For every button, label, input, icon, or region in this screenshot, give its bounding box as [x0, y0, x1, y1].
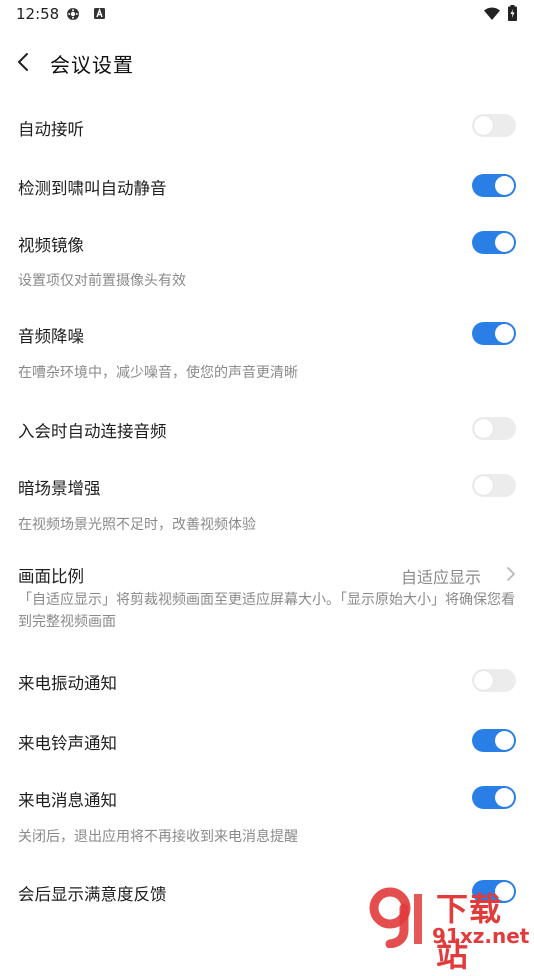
header: 会议设置 — [0, 40, 534, 84]
setting-auto-answer: 自动接听 — [0, 110, 534, 144]
watermark-text-bottom: 91xz.net — [432, 924, 530, 948]
call-ringtone-toggle[interactable] — [472, 729, 516, 752]
setting-aspect-ratio[interactable]: 画面比例 自适应显示 「自适应显示」将剪裁视频画面至更适应屏幕大小。「显示原始大… — [0, 557, 534, 637]
toggle-knob — [474, 671, 493, 690]
setting-description: 设置项仅对前置摄像头有效 — [18, 273, 186, 289]
page-title: 会议设置 — [50, 53, 134, 77]
setting-howl-mute: 检测到啸叫自动静音 — [0, 169, 534, 203]
setting-label: 来电铃声通知 — [18, 734, 117, 753]
video-mirror-toggle[interactable] — [472, 231, 516, 254]
toggle-knob — [495, 731, 514, 750]
setting-label: 来电消息通知 — [18, 791, 117, 810]
auto-connect-audio-toggle[interactable] — [472, 417, 516, 440]
setting-label: 来电振动通知 — [18, 674, 117, 693]
toggle-knob — [495, 233, 514, 252]
call-vibrate-toggle[interactable] — [472, 669, 516, 692]
toggle-knob — [474, 116, 493, 135]
toggle-knob — [474, 476, 493, 495]
toggle-knob — [474, 419, 493, 438]
setting-description: 在视频场景光照不足时，改善视频体验 — [18, 517, 256, 533]
status-time: 12:58 — [16, 5, 60, 23]
setting-audio-denoise: 音频降噪 在嘈杂环境中，减少噪音，使您的声音更清晰 — [0, 317, 534, 383]
dark-scene-toggle[interactable] — [472, 474, 516, 497]
setting-call-message: 来电消息通知 关闭后，退出应用将不再接收到来电消息提醒 — [0, 781, 534, 847]
settings-sync-icon — [67, 8, 79, 20]
watermark-logo-icon — [369, 887, 422, 948]
aspect-ratio-value[interactable]: 自适应显示 — [401, 564, 481, 588]
setting-label: 暗场景增强 — [18, 479, 101, 498]
setting-label: 视频镜像 — [18, 236, 84, 255]
setting-label: 自动接听 — [18, 120, 84, 139]
toggle-knob — [495, 788, 514, 807]
setting-call-vibrate: 来电振动通知 — [0, 664, 534, 698]
setting-video-mirror: 视频镜像 设置项仅对前置摄像头有效 — [0, 226, 534, 292]
toggle-knob — [495, 324, 514, 343]
battery-charging-icon — [508, 5, 517, 21]
toggle-knob — [495, 176, 514, 195]
setting-description: 在嘈杂环境中，减少噪音，使您的声音更清晰 — [18, 365, 298, 381]
setting-description: 关闭后，退出应用将不再接收到来电消息提醒 — [18, 829, 298, 845]
status-bar: 12:58 — [0, 0, 534, 28]
setting-dark-scene: 暗场景增强 在视频场景光照不足时，改善视频体验 — [0, 469, 534, 535]
setting-label: 会后显示满意度反馈 — [18, 885, 167, 904]
setting-call-ringtone: 来电铃声通知 — [0, 724, 534, 758]
setting-auto-connect-audio: 入会时自动连接音频 — [0, 412, 534, 446]
howl-mute-toggle[interactable] — [472, 174, 516, 197]
wifi-icon — [484, 7, 500, 20]
audio-denoise-toggle[interactable] — [472, 322, 516, 345]
setting-label: 音频降噪 — [18, 327, 84, 346]
setting-label: 检测到啸叫自动静音 — [18, 179, 167, 198]
setting-description: 「自适应显示」将剪裁视频画面至更适应屏幕大小。「显示原始大小」将确保您看到完整视… — [18, 592, 515, 630]
chevron-right-icon — [507, 567, 515, 581]
back-arrow-icon[interactable] — [10, 48, 38, 76]
auto-answer-toggle[interactable] — [472, 114, 516, 137]
watermark: 下载站 91xz.net — [360, 880, 534, 974]
call-message-toggle[interactable] — [472, 786, 516, 809]
setting-label: 画面比例 — [18, 567, 84, 586]
a-badge-icon — [94, 8, 105, 19]
setting-label: 入会时自动连接音频 — [18, 422, 167, 441]
